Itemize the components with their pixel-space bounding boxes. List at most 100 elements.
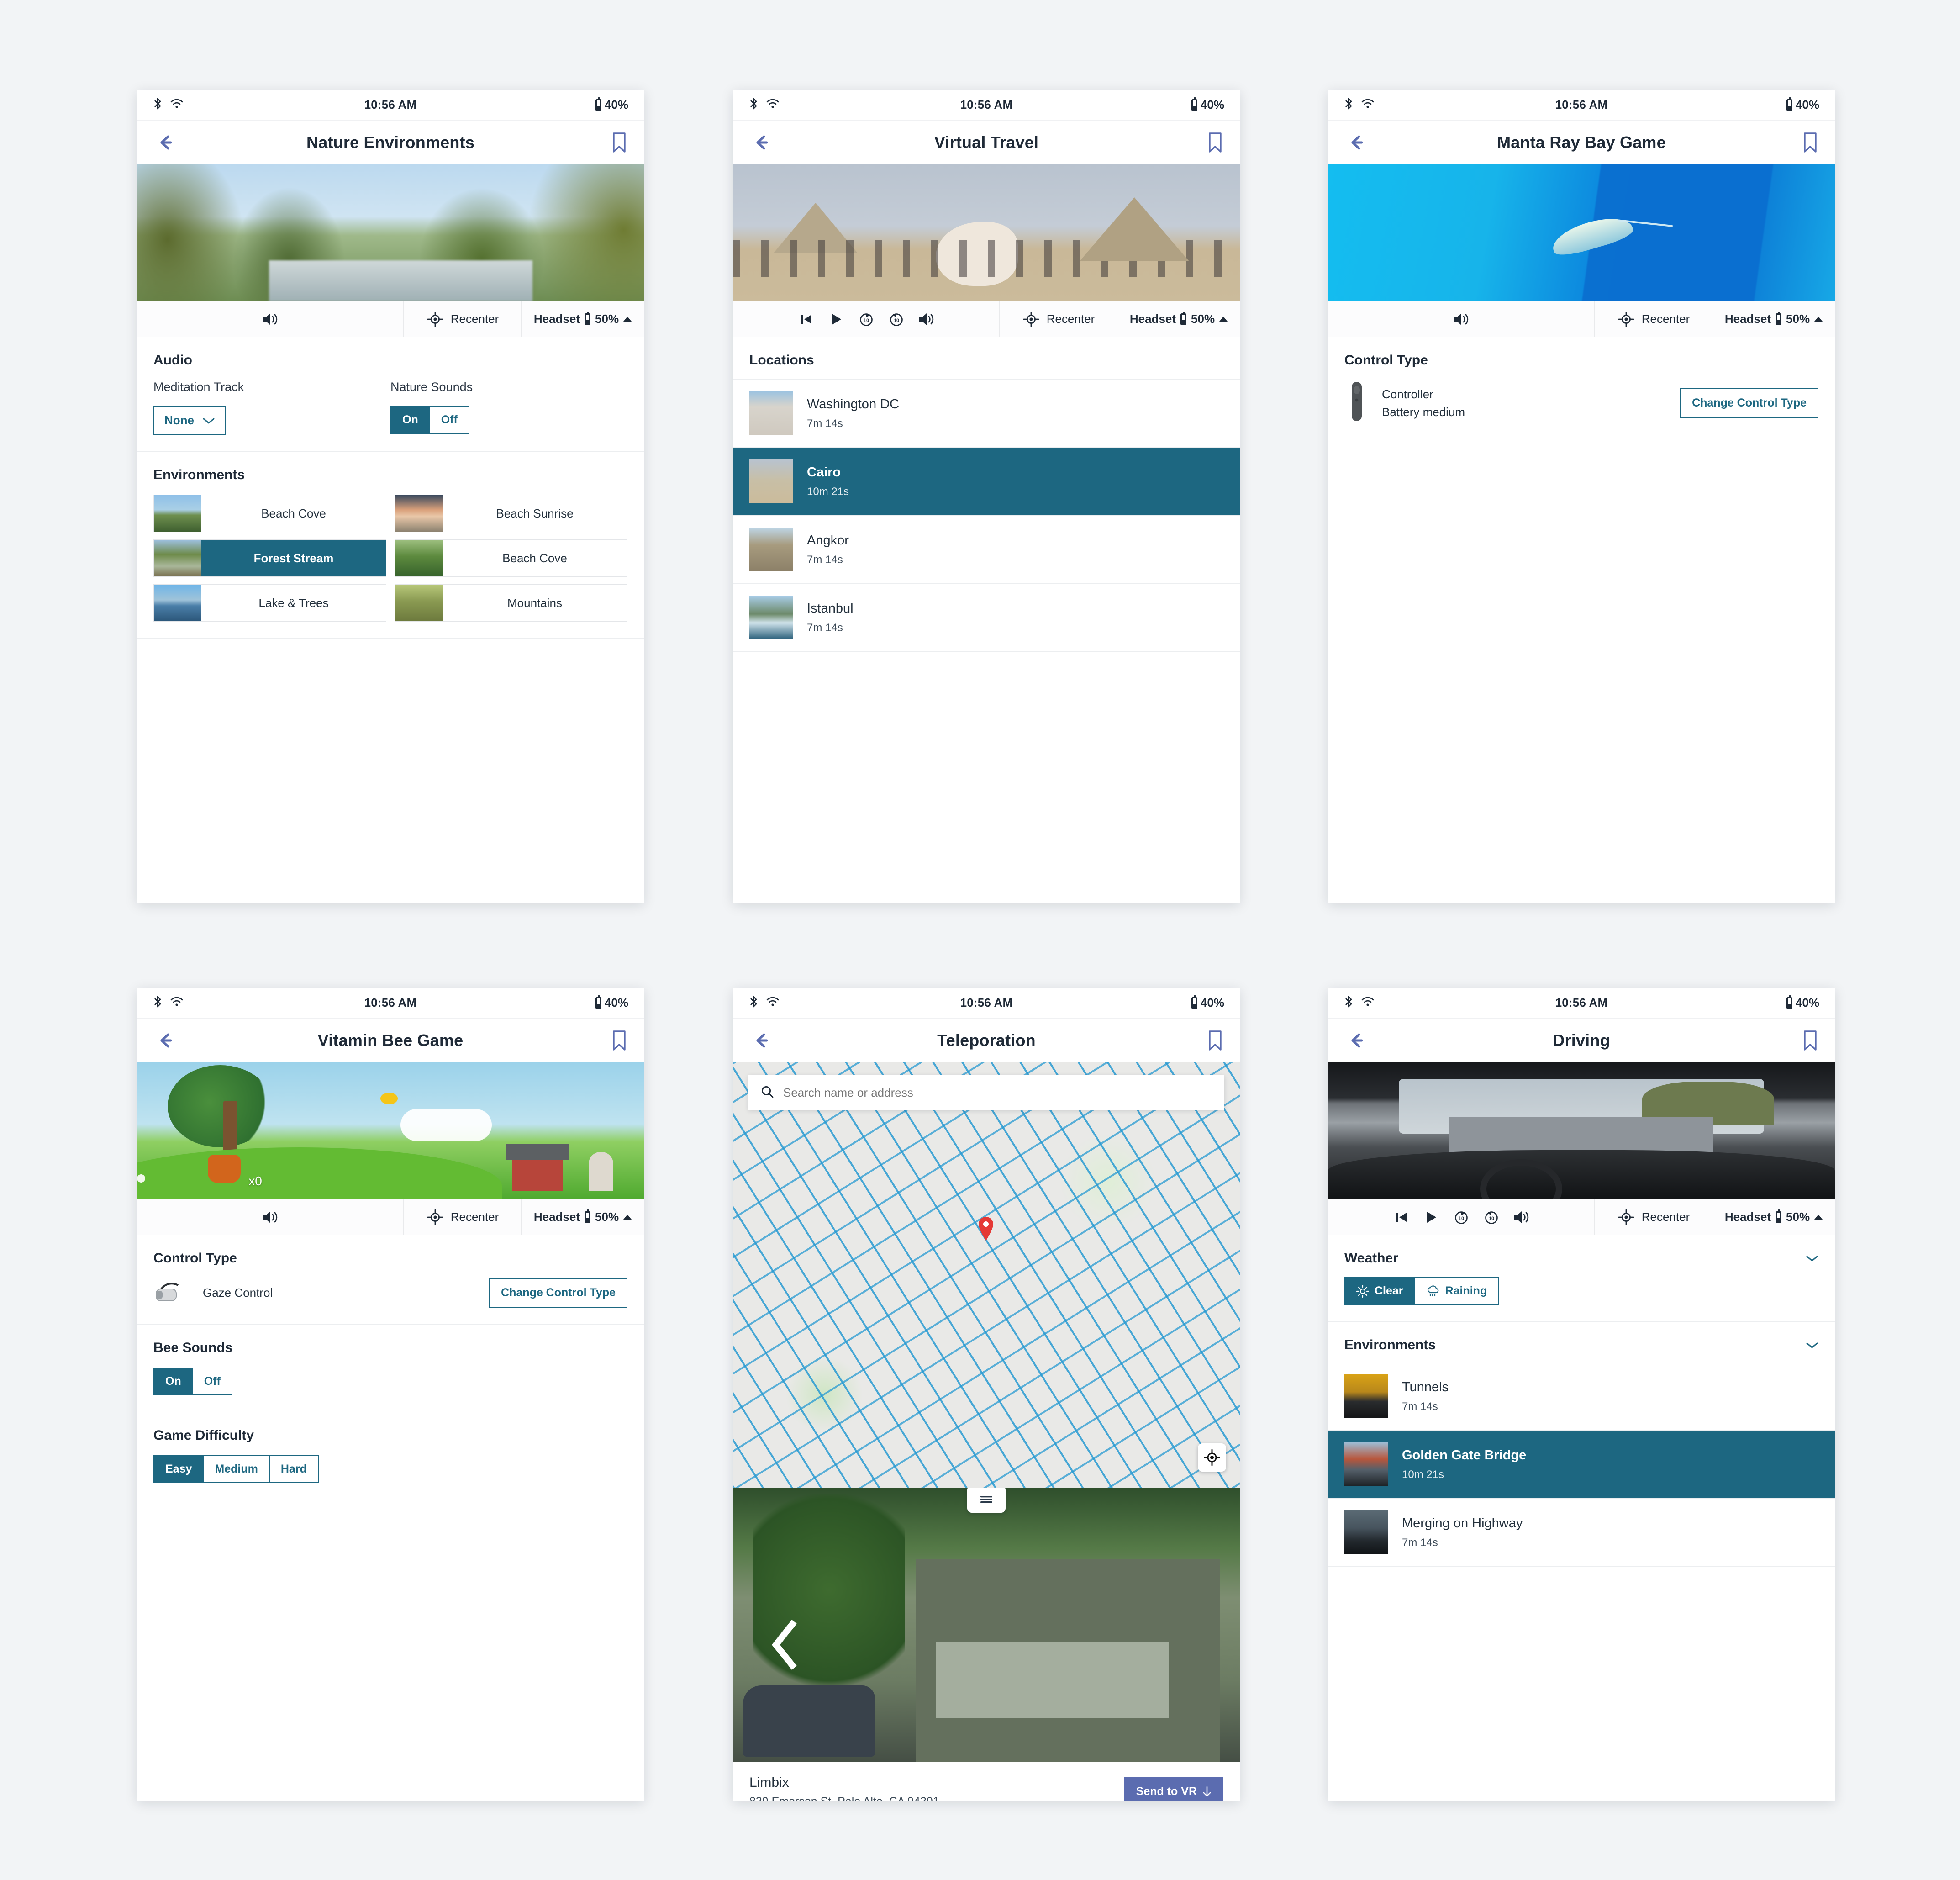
status-battery: 40% [604,98,628,111]
environments-header: Environments [1328,1322,1835,1362]
nature-sounds-on[interactable]: On [391,407,430,433]
headset-status-button[interactable]: Headset 50% [522,1199,644,1235]
back-arrow-icon[interactable] [1344,130,1368,155]
send-to-vr-label: Send to VR [1136,1785,1197,1798]
recenter-button[interactable]: Recenter [1595,301,1712,337]
nature-sounds-toggle[interactable]: On Off [390,406,469,434]
list-item[interactable]: Angkor 7m 14s [733,516,1240,584]
map-panel[interactable] [733,1062,1240,1488]
bookmark-icon[interactable] [1801,1029,1819,1052]
skip-back-icon[interactable] [797,310,815,328]
recenter-button[interactable]: Recenter [1595,1199,1712,1235]
page-title: Driving [1553,1030,1610,1050]
back-arrow-icon[interactable] [153,1028,177,1053]
weather-clear[interactable]: Clear [1345,1278,1415,1304]
screen-vitamin-bee-game: 10:56 AM 40% Vitamin Bee Game x0 Recente… [137,988,644,1801]
chevron-left-icon[interactable] [769,1620,801,1672]
list-item[interactable]: Merging on Highway 7m 14s [1328,1499,1835,1567]
list-item[interactable]: Washington DC 7m 14s [733,380,1240,448]
meditation-track-select[interactable]: None [153,406,226,435]
bookmark-icon[interactable] [610,1029,628,1052]
recenter-button[interactable]: Recenter [1000,301,1117,337]
difficulty-hard[interactable]: Hard [269,1456,318,1482]
game-difficulty-toggle[interactable]: Easy Medium Hard [153,1455,319,1483]
list-item-selected[interactable]: Golden Gate Bridge 10m 21s [1328,1431,1835,1499]
forward-10-icon[interactable]: 10 [857,310,875,328]
play-icon[interactable] [827,310,845,328]
status-battery: 40% [1795,996,1819,1009]
recenter-label: Recenter [1046,312,1095,326]
map-search-bar[interactable] [748,1075,1224,1110]
search-input[interactable] [783,1085,1212,1100]
location-name: Istanbul [807,601,854,616]
recenter-button[interactable]: Recenter [404,301,522,337]
weather-toggle[interactable]: Clear Raining [1344,1277,1499,1305]
honey-counter: x0 [248,1174,262,1188]
page-title: Teleporation [937,1030,1036,1050]
headset-status-button[interactable]: Headset 50% [1117,301,1240,337]
location-thumbnail [749,459,793,503]
volume-icon[interactable] [1512,1208,1531,1226]
env-card[interactable]: Beach Cove [395,539,627,577]
env-card[interactable]: Beach Cove [153,495,386,532]
volume-icon[interactable] [1452,310,1470,328]
back-arrow-icon[interactable] [748,130,773,155]
bee-sounds-on[interactable]: On [154,1368,193,1394]
headset-battery-icon [1180,311,1187,325]
svg-text:10: 10 [1458,1216,1464,1221]
map-tiles [733,1062,1240,1488]
weather-section: Weather Clear Raining [1328,1235,1835,1322]
env-card[interactable]: Mountains [395,584,627,622]
back-arrow-icon[interactable] [153,130,177,155]
back-arrow-icon[interactable] [748,1028,773,1053]
volume-icon[interactable] [917,310,936,328]
status-bar: 10:56 AM 40% [137,988,644,1019]
rewind-10-icon[interactable]: 10 [887,310,906,328]
forward-10-icon[interactable]: 10 [1452,1208,1470,1226]
headset-status-button[interactable]: Headset 50% [522,301,644,337]
env-card-selected[interactable]: Forest Stream [153,539,386,577]
chevron-down-icon[interactable] [1806,1255,1818,1262]
locations-list: Washington DC 7m 14s Cairo 10m 21s Angkor 7… [733,380,1240,652]
bookmark-icon[interactable] [610,131,628,154]
bee-sounds-off[interactable]: Off [193,1368,232,1394]
status-time: 10:56 AM [364,996,417,1009]
chevron-down-icon[interactable] [1806,1341,1818,1349]
headset-battery-icon [585,311,591,325]
nature-sounds-off[interactable]: Off [430,407,469,433]
locate-me-button[interactable] [1198,1443,1226,1472]
rewind-10-icon[interactable]: 10 [1482,1208,1501,1226]
headset-status-button[interactable]: Headset 50% [1712,1199,1835,1235]
control-device-name: Controller [1382,387,1433,401]
env-label: Beach Cove [502,551,567,565]
recenter-button[interactable]: Recenter [404,1199,522,1235]
difficulty-medium[interactable]: Medium [204,1456,270,1482]
street-view-panel[interactable] [733,1488,1240,1762]
volume-icon[interactable] [261,310,279,328]
difficulty-easy[interactable]: Easy [154,1456,204,1482]
env-card[interactable]: Beach Sunrise [395,495,627,532]
media-toolbar: Recenter Headset 50% [137,1199,644,1235]
volume-icon[interactable] [261,1208,279,1226]
weather-raining[interactable]: Raining [1415,1278,1498,1304]
skip-back-icon[interactable] [1392,1208,1410,1226]
env-card[interactable]: Lake & Trees [153,584,386,622]
bookmark-icon[interactable] [1206,131,1224,154]
list-item[interactable]: Tunnels 7m 14s [1328,1362,1835,1431]
change-control-type-button[interactable]: Change Control Type [489,1278,627,1308]
bee-sounds-toggle[interactable]: On Off [153,1368,232,1395]
empty-area [1328,443,1835,903]
drag-handle-icon[interactable] [967,1488,1006,1513]
list-item[interactable]: Istanbul 7m 14s [733,584,1240,652]
bookmark-icon[interactable] [1206,1029,1224,1052]
driving-preview-image [1328,1062,1835,1199]
bookmark-icon[interactable] [1801,131,1819,154]
headset-status-button[interactable]: Headset 50% [1712,301,1835,337]
headset-label: Headset [1724,312,1771,326]
send-to-vr-button[interactable]: Send to VR [1124,1777,1223,1801]
vr-controller-icon [1344,380,1368,426]
list-item-selected[interactable]: Cairo 10m 21s [733,448,1240,516]
play-icon[interactable] [1422,1208,1440,1226]
change-control-type-button[interactable]: Change Control Type [1680,388,1818,418]
back-arrow-icon[interactable] [1344,1028,1368,1053]
